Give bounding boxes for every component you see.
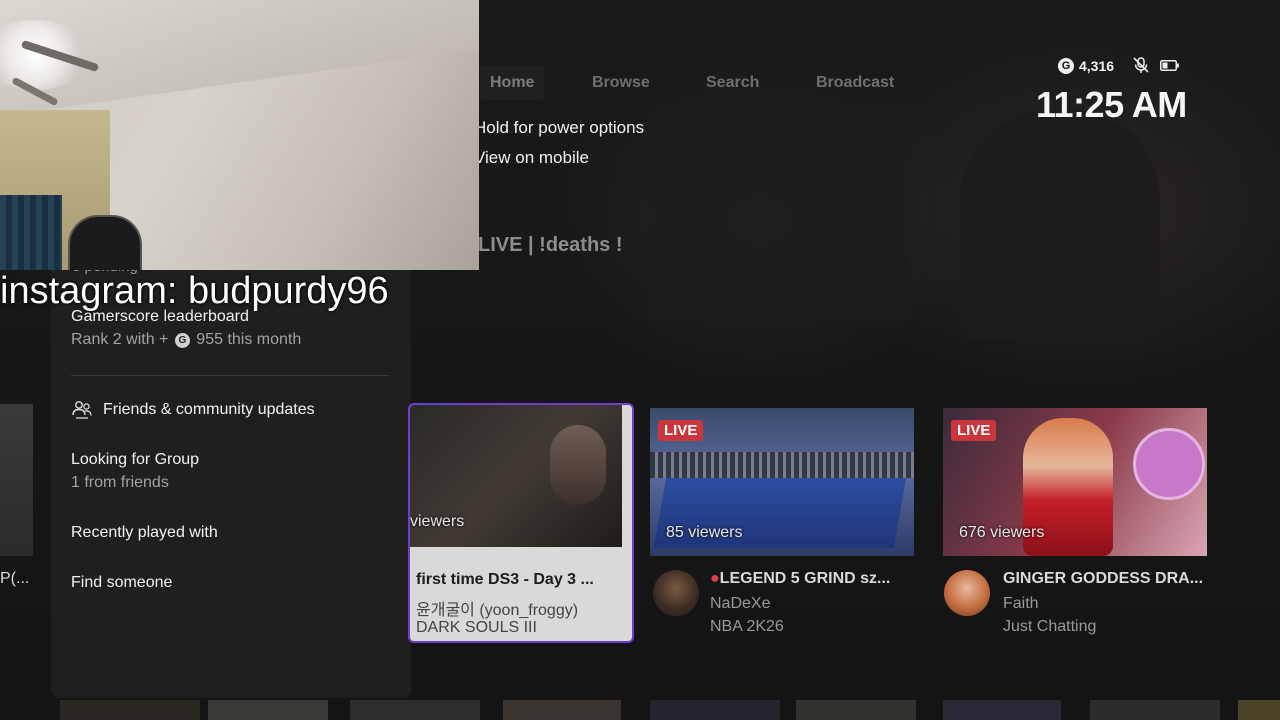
webcam-chair (68, 215, 142, 270)
mic-muted-icon (1133, 57, 1149, 73)
bottom-row-thumbnail[interactable] (1090, 700, 1220, 720)
live-badge: LIVE (951, 420, 997, 441)
stream-card-nba[interactable]: LIVE 85 viewers (650, 408, 914, 556)
friends-community-updates[interactable]: Friends & community updates (103, 401, 315, 419)
bottom-row-thumbnail[interactable] (208, 700, 328, 720)
game-name: NBA 2K26 (710, 618, 784, 635)
stream-title: first time DS3 - Day 3 ... (416, 571, 594, 588)
heart-icon: ● (710, 570, 720, 587)
bottom-row-thumbnail[interactable] (1238, 700, 1280, 720)
menu-item-power-options[interactable]: Hold for power options (474, 118, 644, 138)
looking-for-group-title[interactable]: Looking for Group (71, 451, 199, 469)
rank-suffix: 955 this month (196, 331, 302, 348)
find-someone[interactable]: Find someone (71, 574, 172, 592)
bottom-row-thumbnail[interactable] (503, 700, 621, 720)
tab-home[interactable]: Home (480, 66, 545, 100)
thumbnail-wheel (1133, 428, 1205, 500)
stream-title: GINGER GODDESS DRA... (1003, 570, 1204, 587)
webcam-curtain (0, 195, 62, 270)
divider (71, 375, 389, 376)
background-streamer-silhouette (960, 110, 1160, 340)
tab-browse[interactable]: Browse (582, 66, 660, 100)
recently-played-with[interactable]: Recently played with (71, 524, 218, 542)
looking-for-group-subtitle: 1 from friends (71, 474, 169, 491)
avatar (944, 570, 990, 616)
gamerscore-display: G 4,316 (1058, 56, 1114, 76)
clock: 11:25 AM (1036, 84, 1187, 125)
menu-item-view-on-mobile[interactable]: View on mobile (474, 148, 589, 168)
rank-prefix: Rank 2 with + (71, 331, 169, 348)
stream-card-ginger[interactable]: LIVE 676 viewers (943, 408, 1207, 556)
viewer-count: viewers (410, 513, 465, 530)
battery-icon (1160, 60, 1179, 71)
streamer-thumbnail-figure (550, 425, 606, 505)
gamerscore-icon: G (1058, 58, 1074, 74)
tab-search[interactable]: Search (696, 66, 769, 100)
viewer-count: 85 viewers (666, 524, 743, 541)
bottom-row-thumbnail[interactable] (650, 700, 780, 720)
webcam-overlay (0, 0, 479, 270)
bottom-row-thumbnail[interactable] (350, 700, 480, 720)
stream-title: ●LEGEND 5 GRIND sz... (710, 570, 890, 588)
tab-broadcast[interactable]: Broadcast (806, 66, 904, 100)
gamerscore-value: 4,316 (1079, 58, 1115, 74)
featured-stream-title: LIVE | !deaths ! (478, 234, 623, 256)
gamerscore-leaderboard-rank: Rank 2 with + G 955 this month (71, 331, 301, 349)
stream-title-text: LEGEND 5 GRIND sz... (719, 570, 891, 587)
stream-card-partial-title: P(... (0, 570, 30, 587)
gamerscore-icon: G (174, 333, 190, 348)
game-name: DARK SOULS III (416, 619, 537, 636)
social-handle-overlay: instagram: budpurdy96 (0, 270, 389, 312)
stream-card-focused[interactable]: viewers first time DS3 - Day 3 ... 윤개굴이 … (408, 403, 634, 643)
viewer-count: 676 viewers (959, 524, 1045, 541)
bottom-row-thumbnail[interactable] (796, 700, 916, 720)
background-stream-preview (650, 110, 910, 320)
bottom-row-thumbnail[interactable] (60, 700, 200, 720)
avatar (653, 570, 699, 616)
game-name: Just Chatting (1003, 618, 1097, 635)
live-badge: LIVE (658, 420, 704, 441)
thumbnail-crowd (650, 452, 914, 478)
channel-name: 윤개굴이 (yoon_froggy) (416, 602, 579, 619)
friends-icon (72, 401, 92, 419)
bottom-row-thumbnail[interactable] (943, 700, 1061, 720)
stream-card-partial[interactable] (0, 404, 33, 556)
channel-name: Faith (1003, 595, 1039, 612)
channel-name: NaDeXe (710, 595, 771, 612)
